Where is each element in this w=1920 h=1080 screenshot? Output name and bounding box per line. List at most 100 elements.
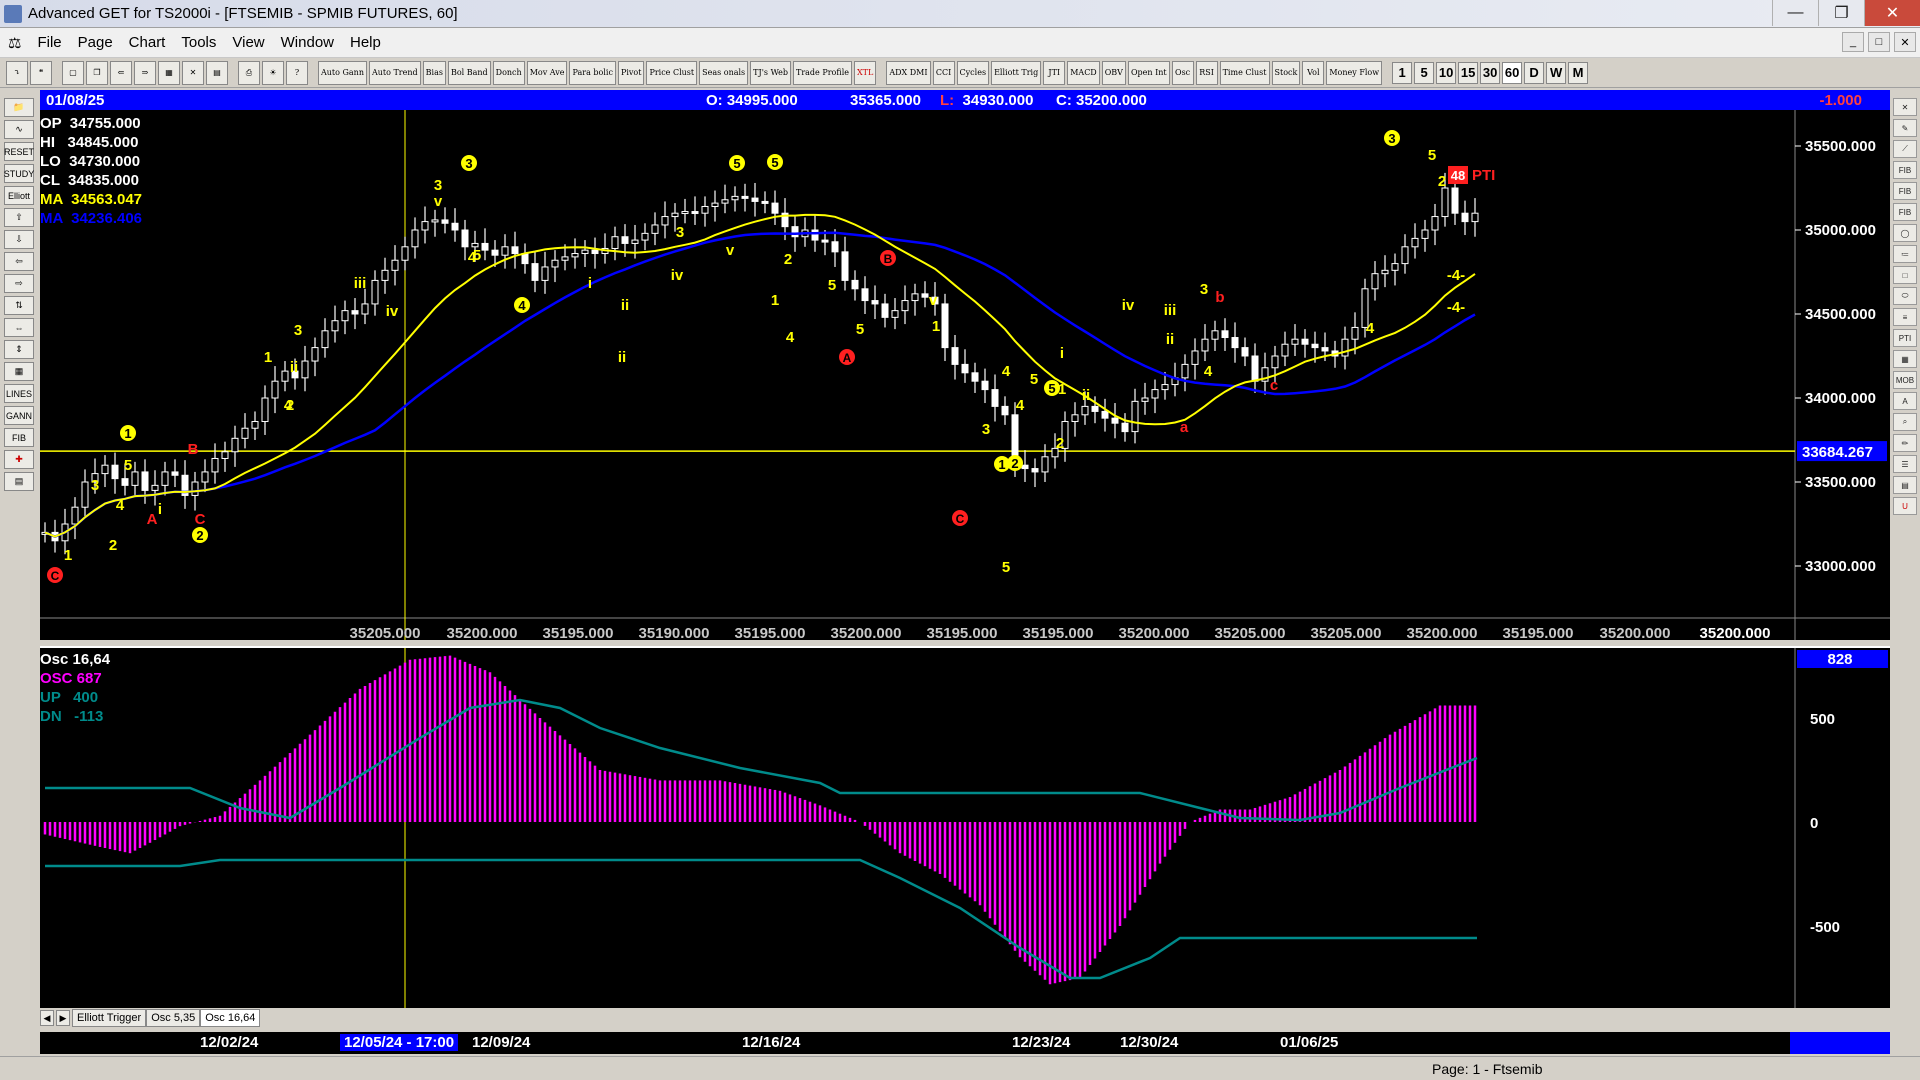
text-tool-icon[interactable]: A xyxy=(1893,392,1917,410)
box-icon[interactable]: □ xyxy=(1893,266,1917,284)
pencil-icon[interactable]: ✎ xyxy=(1893,119,1917,137)
study-button[interactable]: Vol xyxy=(1302,60,1325,85)
fib-button[interactable]: FIB xyxy=(4,428,34,447)
back-icon[interactable]: ⇐ xyxy=(110,60,132,85)
tile-icon[interactable]: ▦ xyxy=(158,60,180,85)
gann-button[interactable]: GANN xyxy=(4,406,34,425)
reset-button[interactable]: RESET xyxy=(4,142,34,161)
pointer-icon[interactable]: ⤵ xyxy=(6,60,28,85)
period-button[interactable]: M xyxy=(1568,61,1589,84)
period-button[interactable]: 60 xyxy=(1502,61,1523,84)
grid-icon[interactable]: ▤ xyxy=(206,60,228,85)
tab-elliott-trigger[interactable]: Elliott Trigger xyxy=(72,1009,147,1027)
arrow-down-icon[interactable]: ⇩ xyxy=(4,230,34,249)
tab-next-icon[interactable]: ▶ xyxy=(56,1010,70,1026)
menu-chart[interactable]: Chart xyxy=(121,34,174,51)
price-chart[interactable]: 35500.000 35000.000 34500.000 34000.000 3350… xyxy=(40,110,1890,640)
menu-file[interactable]: File xyxy=(29,34,69,51)
tab-osc-5-35[interactable]: Osc 5,35 xyxy=(146,1009,201,1027)
period-button[interactable]: 10 xyxy=(1436,61,1457,84)
oscillator-panel[interactable]: 828 500 0 -500 Osc 16,64 OSC 687 UP 400 DN … xyxy=(40,646,1890,1008)
line-icon[interactable]: ⟋ xyxy=(1893,140,1917,158)
fan-icon[interactable]: ≔ xyxy=(1893,245,1917,263)
table-icon[interactable]: ▦ xyxy=(4,362,34,381)
study-button[interactable]: Osc xyxy=(1171,60,1194,85)
print-icon[interactable]: ⎙ xyxy=(238,60,260,85)
menu-window[interactable]: Window xyxy=(273,34,342,51)
delete-icon[interactable]: ✕ xyxy=(182,60,204,85)
quote-icon[interactable]: ❝ xyxy=(30,60,52,85)
lightbulb-icon[interactable]: ☀ xyxy=(262,60,284,85)
study-button[interactable]: Bias xyxy=(422,60,446,85)
close-drawing-icon[interactable]: ✕ xyxy=(1893,98,1917,116)
study-button[interactable]: JTI xyxy=(1043,60,1066,85)
save-icon[interactable]: ▤ xyxy=(4,472,34,491)
new-page-icon[interactable]: ▢ xyxy=(62,60,84,85)
channel-icon[interactable]: ≡ xyxy=(1893,308,1917,326)
help-icon[interactable]: ? xyxy=(286,60,308,85)
study-button[interactable]: Trade Profile xyxy=(793,60,852,85)
magnet-icon[interactable]: U xyxy=(1893,497,1917,515)
compress-icon[interactable]: ⇕ xyxy=(4,340,34,359)
fib-time-button[interactable]: FIB xyxy=(1893,203,1917,221)
ellipse-icon[interactable]: ⬭ xyxy=(1893,287,1917,305)
child-window-icon[interactable]: ⚖ xyxy=(0,34,29,52)
maximize-button[interactable]: ❐ xyxy=(1818,0,1864,26)
menu-tools[interactable]: Tools xyxy=(173,34,224,51)
study-button[interactable]: Seas onals xyxy=(699,60,749,85)
list-icon[interactable]: ☰ xyxy=(1893,455,1917,473)
copy-icon[interactable]: ❐ xyxy=(86,60,108,85)
study-button[interactable]: ADX DMI xyxy=(886,60,931,85)
minimize-button[interactable]: — xyxy=(1772,0,1818,26)
arrow-up-icon[interactable]: ⇧ xyxy=(4,208,34,227)
zoom-icon[interactable]: ⌕ xyxy=(1893,413,1917,431)
study-button[interactable]: Auto Trend xyxy=(368,60,421,85)
period-button[interactable]: 1 xyxy=(1392,61,1413,84)
study-button[interactable]: Stock xyxy=(1271,60,1301,85)
crosshair-icon[interactable]: ✚ xyxy=(4,450,34,469)
study-button[interactable]: Time Clust xyxy=(1219,60,1270,85)
arrow-left-icon[interactable]: ⇦ xyxy=(4,252,34,271)
study-button[interactable]: STUDY xyxy=(4,164,34,183)
tab-prev-icon[interactable]: ◀ xyxy=(40,1010,54,1026)
fib-ext-button[interactable]: FIB xyxy=(1893,182,1917,200)
circle-icon[interactable]: ◯ xyxy=(1893,224,1917,242)
pti-button[interactable]: PTI xyxy=(1893,329,1917,347)
marker-icon[interactable]: ✏ xyxy=(1893,434,1917,452)
study-button[interactable]: XTL xyxy=(853,60,877,85)
study-button[interactable]: MACD xyxy=(1067,60,1100,85)
mdi-minimize-button[interactable]: _ xyxy=(1842,32,1864,52)
step-icon[interactable]: ⇅ xyxy=(4,296,34,315)
study-button[interactable]: RSI xyxy=(1195,60,1218,85)
menu-help[interactable]: Help xyxy=(342,34,389,51)
period-button[interactable]: W xyxy=(1546,61,1567,84)
period-button[interactable]: 30 xyxy=(1480,61,1501,84)
study-button[interactable]: Cycles xyxy=(956,60,990,85)
study-button[interactable]: TJ's Web xyxy=(750,60,791,85)
study-button[interactable]: Donch xyxy=(492,60,525,85)
period-button[interactable]: 15 xyxy=(1458,61,1479,84)
open-folder-icon[interactable]: 📁 xyxy=(4,98,34,117)
study-button[interactable]: Money Flow xyxy=(1326,60,1383,85)
menu-page[interactable]: Page xyxy=(70,34,121,51)
scroll-icon[interactable]: ▤ xyxy=(1893,476,1917,494)
mdi-close-button[interactable]: ✕ xyxy=(1894,32,1916,52)
study-button[interactable]: Elliott Trig xyxy=(991,60,1042,85)
elliott-button[interactable]: Elliott xyxy=(4,186,34,205)
close-button[interactable]: ✕ xyxy=(1864,0,1920,26)
study-button[interactable]: Mov Ave xyxy=(526,60,568,85)
lines-button[interactable]: LINES xyxy=(4,384,34,403)
tab-osc-16-64[interactable]: Osc 16,64 xyxy=(200,1009,261,1027)
forward-icon[interactable]: ⇒ xyxy=(134,60,156,85)
study-button[interactable]: Bol Band xyxy=(447,60,491,85)
study-button[interactable]: Auto Gann xyxy=(318,60,367,85)
wave-icon[interactable]: ∿ xyxy=(4,120,34,139)
study-button[interactable]: CCI xyxy=(932,60,955,85)
menu-view[interactable]: View xyxy=(224,34,272,51)
grid-tool-icon[interactable]: ▦ xyxy=(1893,350,1917,368)
study-button[interactable]: Para bolic xyxy=(569,60,616,85)
expand-icon[interactable]: ⇔ xyxy=(4,318,34,337)
arrow-right-icon[interactable]: ⇨ xyxy=(4,274,34,293)
study-button[interactable]: Price Clust xyxy=(646,60,698,85)
study-button[interactable]: Pivot xyxy=(617,60,645,85)
